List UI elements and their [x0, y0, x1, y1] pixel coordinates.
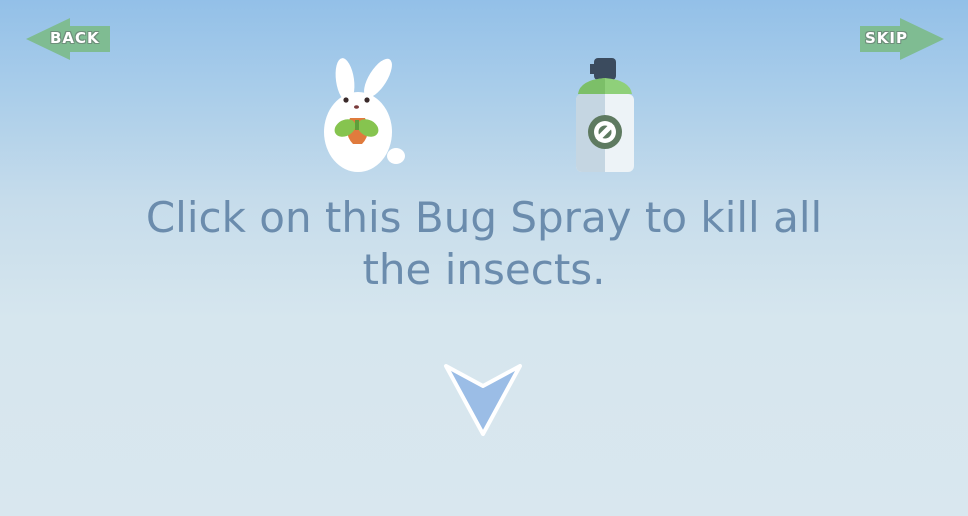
rabbit-holding-carrot-icon: [324, 58, 405, 172]
instruction-text: Click on this Bug Spray to kill all the …: [145, 193, 823, 294]
back-button-label: BACK: [50, 29, 100, 47]
down-arrow-icon[interactable]: [442, 362, 524, 440]
bug-spray-can-icon[interactable]: [572, 58, 638, 176]
skip-button[interactable]: SKIP: [860, 18, 944, 60]
back-button[interactable]: BACK: [26, 18, 110, 60]
skip-button-label: SKIP: [865, 29, 909, 47]
